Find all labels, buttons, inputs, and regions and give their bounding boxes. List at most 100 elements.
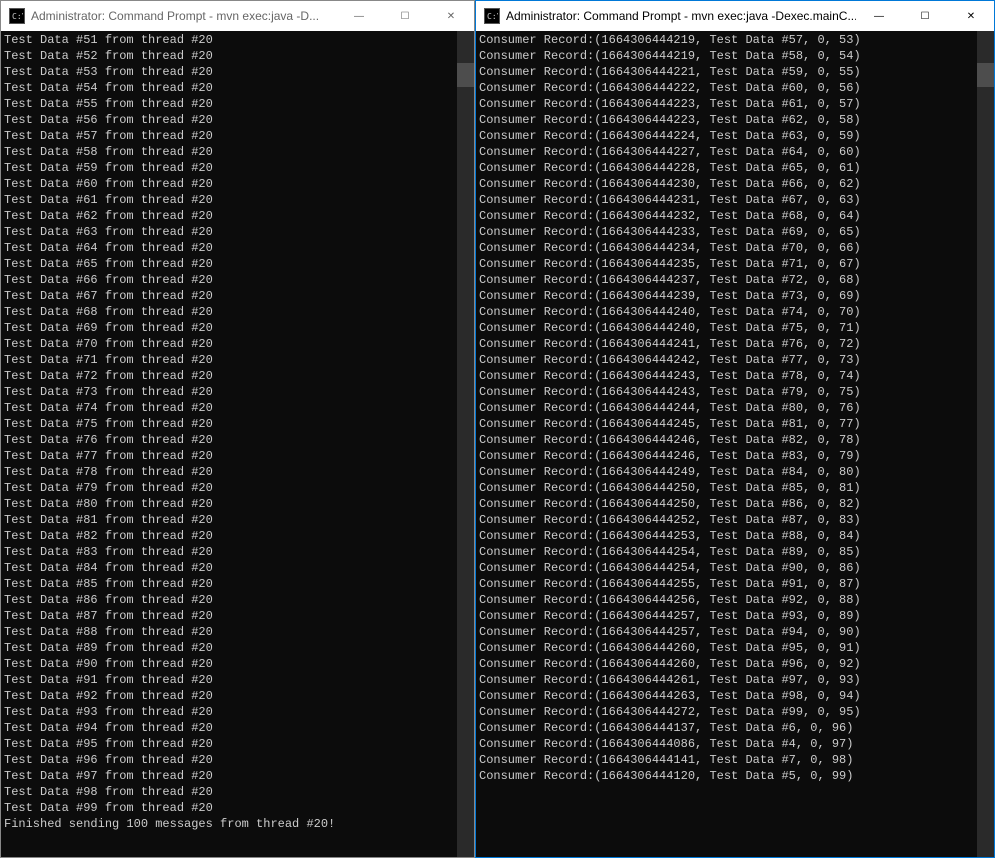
output-line: Consumer Record:(1664306444223, Test Dat… bbox=[479, 112, 974, 128]
output-line: Consumer Record:(1664306444232, Test Dat… bbox=[479, 208, 974, 224]
output-line: Test Data #60 from thread #20 bbox=[4, 176, 454, 192]
scrollbar-thumb[interactable] bbox=[977, 63, 994, 87]
output-line: Test Data #93 from thread #20 bbox=[4, 704, 454, 720]
output-line: Test Data #99 from thread #20 bbox=[4, 800, 454, 816]
terminal-output[interactable]: Test Data #51 from thread #20 Test Data #… bbox=[1, 31, 457, 857]
output-line: Test Data #95 from thread #20 bbox=[4, 736, 454, 752]
output-line: Consumer Record:(1664306444086, Test Dat… bbox=[479, 736, 974, 752]
output-line: Consumer Record:(1664306444243, Test Dat… bbox=[479, 368, 974, 384]
output-line: Test Data #66 from thread #20 bbox=[4, 272, 454, 288]
minimize-button[interactable]: — bbox=[336, 1, 382, 31]
output-line: Test Data #87 from thread #20 bbox=[4, 608, 454, 624]
output-line: Test Data #98 from thread #20 bbox=[4, 784, 454, 800]
output-line: Consumer Record:(1664306444224, Test Dat… bbox=[479, 128, 974, 144]
output-line: Test Data #68 from thread #20 bbox=[4, 304, 454, 320]
output-line: Consumer Record:(1664306444260, Test Dat… bbox=[479, 656, 974, 672]
output-line: Test Data #96 from thread #20 bbox=[4, 752, 454, 768]
output-line: Consumer Record:(1664306444241, Test Dat… bbox=[479, 336, 974, 352]
output-line: Test Data #77 from thread #20 bbox=[4, 448, 454, 464]
output-line: Test Data #79 from thread #20 bbox=[4, 480, 454, 496]
output-line: Consumer Record:(1664306444263, Test Dat… bbox=[479, 688, 974, 704]
output-line: Test Data #51 from thread #20 bbox=[4, 32, 454, 48]
output-line: Consumer Record:(1664306444239, Test Dat… bbox=[479, 288, 974, 304]
output-line: Consumer Record:(1664306444240, Test Dat… bbox=[479, 320, 974, 336]
output-line: Test Data #85 from thread #20 bbox=[4, 576, 454, 592]
output-line: Test Data #78 from thread #20 bbox=[4, 464, 454, 480]
output-line: Consumer Record:(1664306444120, Test Dat… bbox=[479, 768, 974, 784]
terminal-output[interactable]: Consumer Record:(1664306444219, Test Dat… bbox=[476, 31, 977, 857]
cmd-icon: C:\ bbox=[9, 8, 25, 24]
output-line: Consumer Record:(1664306444137, Test Dat… bbox=[479, 720, 974, 736]
output-line: Test Data #89 from thread #20 bbox=[4, 640, 454, 656]
output-line: Consumer Record:(1664306444257, Test Dat… bbox=[479, 608, 974, 624]
output-line: Test Data #88 from thread #20 bbox=[4, 624, 454, 640]
output-line: Consumer Record:(1664306444223, Test Dat… bbox=[479, 96, 974, 112]
output-line: Test Data #67 from thread #20 bbox=[4, 288, 454, 304]
close-button[interactable]: ✕ bbox=[428, 1, 474, 31]
output-line: Consumer Record:(1664306444250, Test Dat… bbox=[479, 496, 974, 512]
maximize-button[interactable]: ☐ bbox=[382, 1, 428, 31]
output-line: Finished sending 100 messages from threa… bbox=[4, 816, 454, 832]
output-line: Consumer Record:(1664306444254, Test Dat… bbox=[479, 560, 974, 576]
output-line: Consumer Record:(1664306444228, Test Dat… bbox=[479, 160, 974, 176]
output-line: Consumer Record:(1664306444255, Test Dat… bbox=[479, 576, 974, 592]
output-line: Consumer Record:(1664306444222, Test Dat… bbox=[479, 80, 974, 96]
output-line: Consumer Record:(1664306444235, Test Dat… bbox=[479, 256, 974, 272]
output-line: Consumer Record:(1664306444250, Test Dat… bbox=[479, 480, 974, 496]
output-line: Consumer Record:(1664306444245, Test Dat… bbox=[479, 416, 974, 432]
output-line: Consumer Record:(1664306444141, Test Dat… bbox=[479, 752, 974, 768]
output-line: Test Data #55 from thread #20 bbox=[4, 96, 454, 112]
output-line: Consumer Record:(1664306444246, Test Dat… bbox=[479, 432, 974, 448]
terminal-area: Test Data #51 from thread #20 Test Data #… bbox=[1, 31, 474, 857]
output-line: Consumer Record:(1664306444254, Test Dat… bbox=[479, 544, 974, 560]
output-line: Consumer Record:(1664306444234, Test Dat… bbox=[479, 240, 974, 256]
output-line: Consumer Record:(1664306444221, Test Dat… bbox=[479, 64, 974, 80]
output-line: Test Data #80 from thread #20 bbox=[4, 496, 454, 512]
output-line: Test Data #65 from thread #20 bbox=[4, 256, 454, 272]
scrollbar-thumb[interactable] bbox=[457, 63, 474, 87]
output-line: Test Data #64 from thread #20 bbox=[4, 240, 454, 256]
output-line: Test Data #62 from thread #20 bbox=[4, 208, 454, 224]
output-line: Consumer Record:(1664306444261, Test Dat… bbox=[479, 672, 974, 688]
output-line: Test Data #75 from thread #20 bbox=[4, 416, 454, 432]
output-line: Consumer Record:(1664306444252, Test Dat… bbox=[479, 512, 974, 528]
output-line: Consumer Record:(1664306444256, Test Dat… bbox=[479, 592, 974, 608]
cmd-window-consumer: C:\ Administrator: Command Prompt - mvn … bbox=[475, 0, 995, 858]
output-line: Test Data #83 from thread #20 bbox=[4, 544, 454, 560]
scrollbar[interactable] bbox=[977, 31, 994, 857]
output-line: Consumer Record:(1664306444237, Test Dat… bbox=[479, 272, 974, 288]
output-line: Consumer Record:(1664306444260, Test Dat… bbox=[479, 640, 974, 656]
output-line: Test Data #76 from thread #20 bbox=[4, 432, 454, 448]
output-line: Test Data #90 from thread #20 bbox=[4, 656, 454, 672]
output-line: Test Data #59 from thread #20 bbox=[4, 160, 454, 176]
output-line: Test Data #72 from thread #20 bbox=[4, 368, 454, 384]
output-line: Consumer Record:(1664306444272, Test Dat… bbox=[479, 704, 974, 720]
output-line: Consumer Record:(1664306444227, Test Dat… bbox=[479, 144, 974, 160]
output-line: Consumer Record:(1664306444242, Test Dat… bbox=[479, 352, 974, 368]
terminal-area: Consumer Record:(1664306444219, Test Dat… bbox=[476, 31, 994, 857]
output-line: Test Data #58 from thread #20 bbox=[4, 144, 454, 160]
output-line: Test Data #54 from thread #20 bbox=[4, 80, 454, 96]
close-button[interactable]: ✕ bbox=[948, 1, 994, 31]
cmd-icon: C:\ bbox=[484, 8, 500, 24]
output-line: Test Data #94 from thread #20 bbox=[4, 720, 454, 736]
scrollbar[interactable] bbox=[457, 31, 474, 857]
output-line: Test Data #53 from thread #20 bbox=[4, 64, 454, 80]
minimize-button[interactable]: — bbox=[856, 1, 902, 31]
output-line: Test Data #91 from thread #20 bbox=[4, 672, 454, 688]
output-line: Consumer Record:(1664306444253, Test Dat… bbox=[479, 528, 974, 544]
output-line: Test Data #61 from thread #20 bbox=[4, 192, 454, 208]
window-title: Administrator: Command Prompt - mvn exec… bbox=[31, 9, 336, 23]
output-line: Test Data #92 from thread #20 bbox=[4, 688, 454, 704]
maximize-button[interactable]: ☐ bbox=[902, 1, 948, 31]
output-line: Consumer Record:(1664306444246, Test Dat… bbox=[479, 448, 974, 464]
titlebar[interactable]: C:\ Administrator: Command Prompt - mvn … bbox=[1, 1, 474, 31]
output-line: Test Data #63 from thread #20 bbox=[4, 224, 454, 240]
window-controls: — ☐ ✕ bbox=[336, 1, 474, 31]
output-line: Test Data #69 from thread #20 bbox=[4, 320, 454, 336]
titlebar[interactable]: C:\ Administrator: Command Prompt - mvn … bbox=[476, 1, 994, 31]
output-line: Test Data #71 from thread #20 bbox=[4, 352, 454, 368]
output-line: Consumer Record:(1664306444257, Test Dat… bbox=[479, 624, 974, 640]
window-controls: — ☐ ✕ bbox=[856, 1, 994, 31]
cmd-window-producer: C:\ Administrator: Command Prompt - mvn … bbox=[0, 0, 475, 858]
